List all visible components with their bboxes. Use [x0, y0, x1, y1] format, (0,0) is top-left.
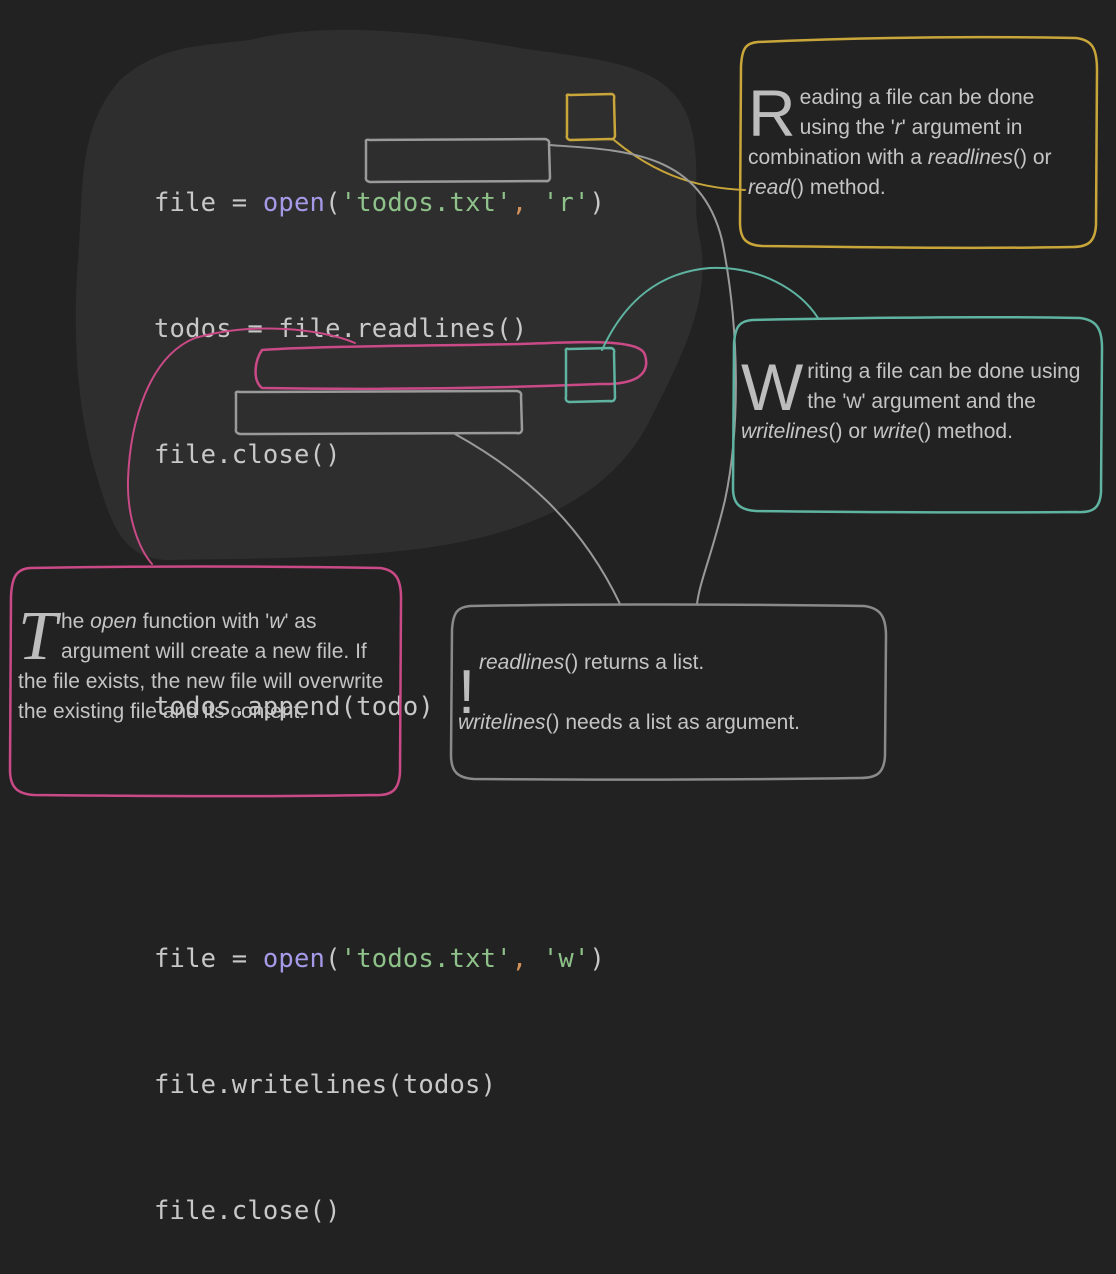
open-note: The open function with 'w' as argument w…: [18, 598, 384, 724]
read-note: Reading a file can be done using the 'r'…: [748, 76, 1052, 199]
writelines-call: writelines(todos): [231, 1070, 497, 1100]
open-note-drop-cap: T: [18, 598, 57, 675]
code-line-open-write: file = open('todos.txt', 'w'): [154, 944, 606, 974]
read-note-drop-cap: R: [748, 76, 796, 150]
read-mode-arg: 'r': [542, 188, 590, 218]
code-line-close-1: file.close(): [154, 440, 341, 470]
open-call: open: [262, 188, 326, 218]
code-line-writelines: file.writelines(todos): [154, 1070, 497, 1100]
write-note: Writing a file can be done using the 'w'…: [741, 350, 1081, 443]
code-line-readlines: todos = file.readlines(): [154, 314, 528, 344]
write-note-drop-cap: W: [741, 350, 804, 424]
exclamation-icon: !: [458, 658, 476, 727]
open-call: open: [262, 944, 326, 974]
tip-line-2: writelines() needs a list as argument.: [458, 711, 800, 734]
code-line-close-2: file.close(): [154, 1196, 341, 1226]
tip-line-1: readlines() returns a list.: [479, 651, 705, 674]
tip-note: ! readlines() returns a list. writelines…: [458, 648, 878, 758]
readlines-call: readlines(): [356, 314, 528, 344]
write-mode-arg: 'w': [542, 944, 590, 974]
code-line-open-read: file = open('todos.txt', 'r'): [154, 188, 606, 218]
